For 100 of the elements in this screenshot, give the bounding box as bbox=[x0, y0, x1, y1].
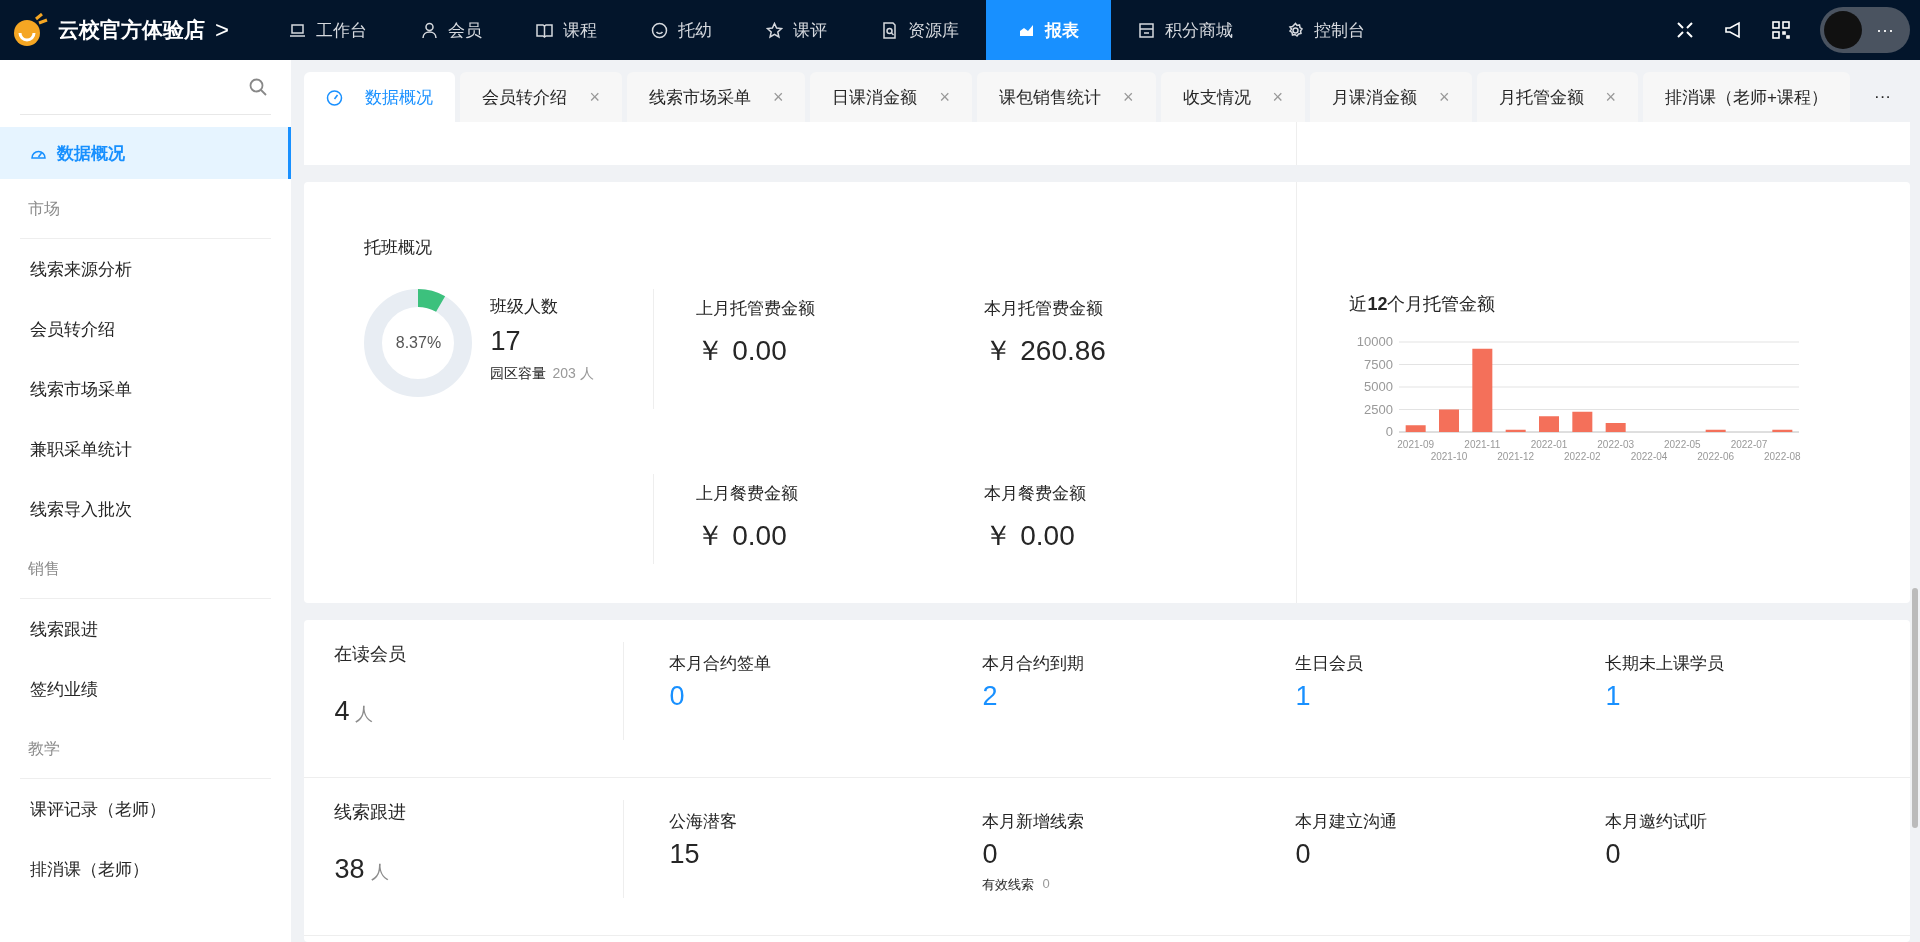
stat-label: 本月建立沟通 bbox=[1295, 811, 1399, 833]
count-value: 38 bbox=[334, 854, 365, 884]
section-title: 在读会员 bbox=[334, 643, 408, 666]
axis-tick-label: 2022-06 bbox=[1697, 451, 1735, 462]
axis-tick-label: 2022-02 bbox=[1564, 451, 1602, 462]
axis-tick-label: 2500 bbox=[1364, 401, 1394, 417]
stat-value: 0 bbox=[1295, 839, 1312, 870]
qr-code-icon[interactable] bbox=[1772, 21, 1790, 39]
bar bbox=[1772, 429, 1793, 432]
search-icon[interactable] bbox=[249, 78, 268, 96]
axis-tick-label: 2022-03 bbox=[1597, 439, 1635, 450]
stat-value: 17 bbox=[490, 326, 522, 357]
megaphone-icon[interactable] bbox=[1724, 21, 1742, 39]
tab[interactable]: 课包销售统计 × bbox=[977, 72, 1156, 122]
bar bbox=[1439, 409, 1460, 432]
sidebar-item[interactable]: 签约业绩 bbox=[0, 659, 292, 719]
user-icon bbox=[421, 21, 438, 39]
axis-tick-label: 0 bbox=[1386, 424, 1394, 439]
stat-label: 本月新增线索 bbox=[982, 811, 1086, 833]
sidebar-item[interactable]: 排消课（老师） bbox=[0, 839, 292, 899]
section-title: 托班概况 bbox=[364, 237, 434, 259]
stat-value: 15 bbox=[669, 839, 701, 870]
brand-name[interactable]: 云校官方体验店 bbox=[58, 16, 205, 44]
capacity-value: 203 人 bbox=[552, 365, 594, 383]
stat-label: 本月合约到期 bbox=[982, 653, 1086, 675]
axis-tick-label: 2021-11 bbox=[1464, 439, 1501, 450]
axis-tick-label: 2022-05 bbox=[1664, 439, 1702, 450]
sidebar-item[interactable]: 线索导入批次 bbox=[0, 479, 292, 539]
stat-label: 本月餐费金额 bbox=[984, 483, 1088, 505]
tab[interactable]: 线索市场采单 × bbox=[626, 72, 806, 122]
tab[interactable]: 排消课（老师+课程） bbox=[1643, 72, 1850, 122]
caret-icon[interactable]: > bbox=[215, 16, 229, 44]
tab[interactable]: 月课消金额 × bbox=[1310, 72, 1472, 122]
section-title: 线索跟进 bbox=[334, 801, 408, 824]
bar bbox=[1406, 425, 1427, 432]
nav-item[interactable]: 托幼 bbox=[624, 0, 739, 60]
sidebar-item[interactable]: 兼职采单统计 bbox=[0, 419, 292, 479]
nav-item[interactable]: 积分商城 bbox=[1111, 0, 1260, 60]
axis-tick-label: 10000 bbox=[1357, 334, 1394, 349]
gear-icon bbox=[1287, 21, 1304, 39]
stat-value: 0 bbox=[982, 839, 999, 870]
bar bbox=[1539, 416, 1560, 432]
tab[interactable]: 会员转介绍 × bbox=[460, 72, 622, 122]
axis-tick-label: 2022-01 bbox=[1531, 439, 1568, 450]
nav-item[interactable]: 课评 bbox=[739, 0, 854, 60]
stat-label: 生日会员 bbox=[1295, 653, 1365, 675]
stat-value: ￥ 0.00 bbox=[696, 334, 788, 368]
sidebar-group-label: 市场 bbox=[20, 179, 272, 239]
axis-tick-label: 2022-04 bbox=[1631, 451, 1668, 462]
stat-label: 公海潜客 bbox=[669, 811, 739, 833]
sub-label: 有效线索 bbox=[982, 876, 1035, 894]
nav-item[interactable]: 资源库 bbox=[854, 0, 986, 60]
chart-title: 近12个月托管金额 bbox=[1349, 293, 1497, 316]
tab[interactable]: 月托管金额 × bbox=[1476, 72, 1639, 122]
laptop-icon bbox=[289, 21, 306, 39]
smiley-icon bbox=[651, 21, 668, 39]
sidebar-item[interactable]: 线索市场采单 bbox=[0, 359, 292, 419]
count-value: 4 bbox=[334, 696, 350, 726]
star-icon bbox=[766, 21, 783, 39]
axis-tick-label: 5000 bbox=[1364, 379, 1394, 394]
sidebar-item[interactable]: 线索来源分析 bbox=[0, 239, 292, 299]
nav-item[interactable]: 控制台 bbox=[1260, 0, 1392, 60]
user-menu-button[interactable]: ··· bbox=[1820, 7, 1910, 53]
tab[interactable]: 日课消金额 × bbox=[810, 72, 972, 122]
axis-tick-label: 2021-09 bbox=[1397, 439, 1435, 450]
scrollbar[interactable] bbox=[1912, 588, 1918, 828]
bar bbox=[1506, 429, 1527, 432]
sub-value: 0 bbox=[1042, 876, 1050, 893]
dashboard-icon bbox=[326, 88, 344, 106]
capacity-label: 园区容量 bbox=[490, 365, 547, 383]
tab[interactable]: 收支情况 × bbox=[1160, 72, 1306, 122]
stat-value: ￥ 0.00 bbox=[696, 519, 788, 553]
stat-label: 上月托管费金额 bbox=[696, 298, 817, 320]
fullscreen-icon[interactable] bbox=[1676, 21, 1694, 39]
stat-label: 本月邀约试听 bbox=[1605, 811, 1709, 833]
sidebar-group-label: 教学 bbox=[20, 719, 272, 779]
avatar-icon bbox=[1824, 11, 1862, 49]
sidebar-group-label: 销售 bbox=[20, 539, 272, 599]
stat-label: 本月合约签单 bbox=[669, 653, 773, 675]
stat-label: 上月餐费金额 bbox=[696, 483, 800, 505]
axis-tick-label: 7500 bbox=[1364, 356, 1394, 372]
document-search-icon bbox=[881, 21, 898, 39]
unit-label: 人 bbox=[370, 862, 389, 882]
nav-item[interactable]: 会员 bbox=[394, 0, 509, 60]
sidebar-item[interactable]: 会员转介绍 bbox=[0, 299, 292, 359]
sidebar-item[interactable]: 课评记录（老师） bbox=[0, 779, 292, 839]
logo-icon bbox=[12, 13, 48, 47]
stat-label: 班级人数 bbox=[490, 296, 560, 318]
axis-tick-label: 2022-07 bbox=[1731, 439, 1768, 450]
bar bbox=[1706, 429, 1727, 432]
stat-value: ￥ 0.00 bbox=[984, 519, 1076, 553]
stat-label: 长期未上课学员 bbox=[1605, 653, 1726, 675]
bar bbox=[1572, 411, 1593, 432]
nav-item[interactable]: 工作台 bbox=[262, 0, 394, 60]
sidebar-item[interactable]: 线索跟进 bbox=[0, 599, 292, 659]
nav-item[interactable]: 课程 bbox=[509, 0, 624, 60]
axis-tick-label: 2021-12 bbox=[1497, 451, 1535, 462]
stat-label: 本月托管费金额 bbox=[984, 298, 1105, 320]
unit-label: 人 bbox=[355, 704, 374, 724]
axis-tick-label: 2022-08 bbox=[1764, 451, 1802, 462]
